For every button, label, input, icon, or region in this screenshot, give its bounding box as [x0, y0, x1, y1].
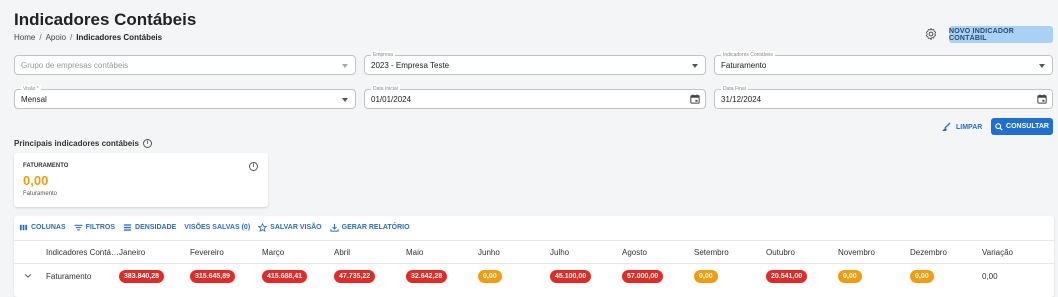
view-select[interactable]: Visão * Mensal [14, 85, 356, 109]
search-button-label: CONSULTAR [1006, 123, 1049, 130]
density-icon [123, 223, 132, 231]
month-value-pill: 0,00 [694, 270, 718, 283]
month-value-pill: 0,00 [910, 270, 934, 283]
company-group-select[interactable]: Grupo de empresas contábeis [14, 55, 356, 75]
search-icon [995, 122, 1003, 131]
variation-value: 0,00 [982, 272, 998, 281]
start-date-field[interactable]: Data Inicial 01/01/2024 [364, 85, 706, 109]
clear-button[interactable]: LIMPAR [940, 121, 982, 133]
view-value: Mensal [21, 95, 47, 104]
indicators-select[interactable]: Indicadores Contábeis Faturamento [714, 51, 1053, 75]
column-header[interactable]: Fevereiro [190, 248, 224, 258]
column-header[interactable]: Janeiro [119, 248, 145, 258]
column-header[interactable]: Maio [406, 248, 423, 258]
column-header[interactable]: Julho [550, 248, 569, 258]
saved-views-button[interactable]: VISÕES SALVAS (0) [184, 224, 250, 231]
new-indicator-button[interactable]: NOVO INDICADOR CONTÁBIL [949, 26, 1053, 43]
columns-button[interactable]: COLUNAS [19, 223, 66, 232]
breadcrumb-apoio[interactable]: Apoio [46, 33, 66, 42]
month-value-pill: 57.000,00 [622, 270, 664, 283]
table-row: Faturamento 383.840,28 315.645,89 415.68… [14, 264, 1054, 290]
page: Indicadores Contábeis Home / Apoio / Ind… [0, 0, 1058, 297]
download-icon [330, 223, 339, 232]
month-value-pill: 0,00 [478, 270, 502, 283]
broom-icon [942, 122, 951, 131]
breadcrumb-separator: / [39, 33, 42, 42]
card-label: FATURAMENTO [23, 163, 69, 169]
indicator-card: FATURAMENTO 0,00 Faturamento i [14, 153, 268, 207]
month-value-pill: 415.688,41 [262, 270, 308, 283]
density-button-label: DENSIDADE [135, 223, 177, 231]
end-date-value: 31/12/2024 [721, 95, 762, 104]
column-header[interactable]: Novembro [838, 248, 875, 258]
chevron-down-icon [1039, 64, 1045, 68]
column-header[interactable]: Indicadores Contá… [46, 248, 119, 258]
breadcrumb-home[interactable]: Home [14, 33, 35, 42]
section-title-text: Principais indicadores contábeis [14, 139, 139, 148]
breadcrumb: Home / Apoio / Indicadores Contábeis [14, 33, 162, 42]
chevron-down-icon[interactable] [24, 272, 32, 280]
filter-icon [74, 224, 83, 230]
month-value-pill: 0,00 [838, 270, 862, 283]
company-legend: Empresa [371, 51, 396, 59]
company-group-placeholder: Grupo de empresas contábeis [21, 61, 129, 70]
month-value-pill: 47.735,22 [334, 270, 376, 283]
row-name: Faturamento [46, 272, 92, 281]
chevron-down-icon [692, 64, 698, 68]
generate-report-button[interactable]: GERAR RELATÓRIO [330, 223, 410, 232]
filters-button[interactable]: FILTROS [74, 223, 115, 232]
saved-views-button-label: VISÕES SALVAS (0) [184, 223, 251, 231]
chevron-down-icon [342, 64, 348, 68]
page-title: Indicadores Contábeis [14, 10, 197, 29]
star-icon [258, 222, 268, 232]
breadcrumb-current: Indicadores Contábeis [76, 33, 163, 42]
month-value-pill: 383.840,28 [119, 270, 165, 283]
calendar-icon[interactable] [690, 94, 700, 104]
column-header[interactable]: Variação [982, 248, 1013, 258]
gear-icon[interactable] [924, 27, 938, 41]
month-value-pill: 315.645,89 [190, 270, 236, 283]
info-icon[interactable]: i [249, 162, 258, 171]
column-header[interactable]: Outubro [766, 248, 795, 258]
column-header[interactable]: Março [262, 248, 284, 258]
info-icon[interactable]: i [142, 139, 152, 148]
start-date-legend: Data Inicial [371, 85, 400, 93]
column-header[interactable]: Abril [334, 248, 350, 258]
end-date-legend: Data Final [721, 85, 748, 93]
card-sublabel: Faturamento [23, 191, 58, 197]
start-date-value: 01/01/2024 [371, 95, 412, 104]
breadcrumb-separator: / [70, 33, 73, 42]
save-view-button-label: SALVAR VISÃO [270, 223, 322, 231]
chevron-down-icon [342, 98, 348, 102]
indicators-value: Faturamento [721, 61, 767, 70]
column-header[interactable]: Agosto [622, 248, 647, 258]
column-header[interactable]: Dezembro [910, 248, 947, 258]
columns-icon [19, 224, 28, 230]
view-legend: Visão * [21, 85, 41, 93]
month-value-pill: 45.100,00 [550, 270, 592, 283]
month-value-pill: 20.541,00 [766, 270, 808, 283]
density-button[interactable]: DENSIDADE [123, 223, 176, 232]
card-value: 0,00 [23, 173, 49, 188]
search-button[interactable]: CONSULTAR [991, 118, 1053, 135]
end-date-field[interactable]: Data Final 31/12/2024 [714, 85, 1053, 109]
save-view-button[interactable]: SALVAR VISÃO [258, 222, 322, 232]
columns-button-label: COLUNAS [31, 223, 66, 231]
company-value: 2023 - Empresa Teste [371, 61, 450, 70]
section-title: Principais indicadores contábeis i [14, 139, 152, 148]
column-header[interactable]: Setembro [694, 248, 729, 258]
generate-report-button-label: GERAR RELATÓRIO [341, 223, 410, 231]
data-grid: COLUNAS FILTROS DENSIDADE VISÕES SALVAS … [14, 216, 1054, 297]
column-header[interactable]: Junho [478, 248, 500, 258]
calendar-icon[interactable] [1037, 94, 1047, 104]
grid-header-row: Indicadores Contá… Janeiro Fevereiro Mar… [14, 240, 1054, 264]
month-value-pill: 32.642,28 [406, 270, 448, 283]
grid-toolbar: COLUNAS FILTROS DENSIDADE VISÕES SALVAS … [19, 222, 410, 232]
indicators-legend: Indicadores Contábeis [721, 51, 775, 59]
filters-button-label: FILTROS [85, 223, 116, 231]
clear-button-label: LIMPAR [956, 123, 983, 131]
company-select[interactable]: Empresa 2023 - Empresa Teste [364, 51, 706, 75]
